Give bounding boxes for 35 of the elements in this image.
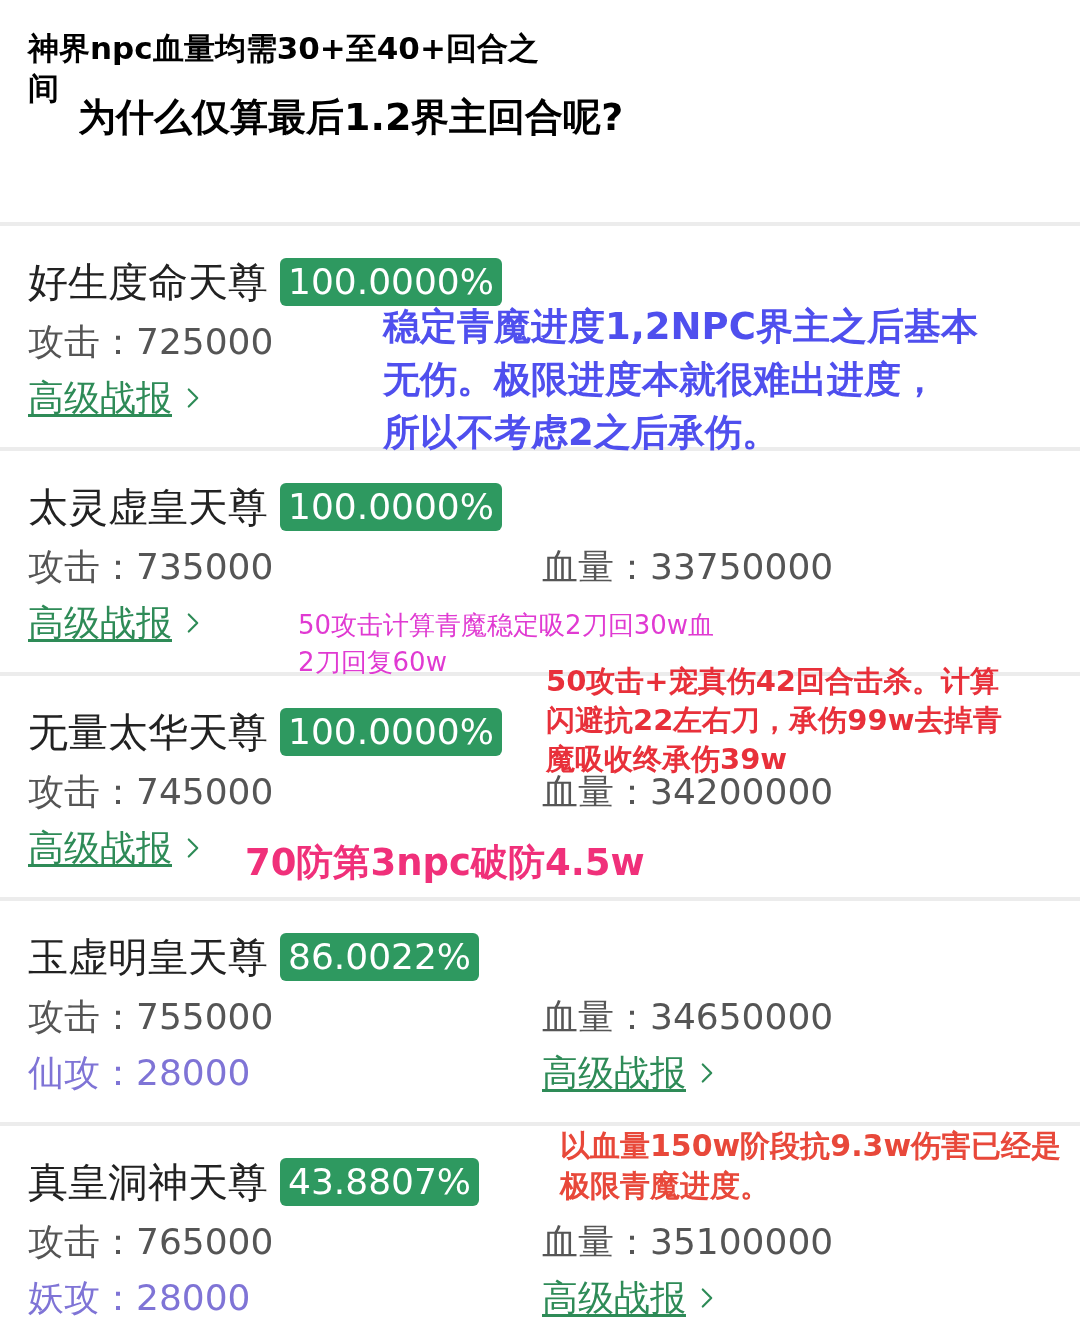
progress-badge: 100.0000% xyxy=(280,708,502,756)
battle-report-link[interactable]: 高级战报 xyxy=(542,1276,686,1320)
annotation-text: 2刀回复60w xyxy=(298,646,447,679)
annotation-text: 无伤。极限进度本就很难出进度， xyxy=(383,357,938,403)
stat-text: 血量：35100000 xyxy=(542,1220,834,1264)
boss-name: 真皇洞神天尊 xyxy=(28,1158,268,1207)
progress-badge: 100.0000% xyxy=(280,483,502,531)
annotation-text: 稳定青魔进度1,2NPC界主之后基本 xyxy=(383,304,978,350)
annotation-text: 50攻击计算青魔稳定吸2刀回30w血 xyxy=(298,609,714,642)
boss-name: 好生度命天尊 xyxy=(28,258,268,307)
battle-report-link[interactable]: 高级战报 xyxy=(542,1051,686,1095)
annotation-text: 闪避抗22左右刀，承伤99w去掉青 xyxy=(546,702,1002,739)
boss-name: 太灵虚皇天尊 xyxy=(28,483,268,532)
stat-text: 攻击：745000 xyxy=(28,770,274,814)
battle-report-link[interactable]: 高级战报 xyxy=(28,601,172,645)
stat-text: 攻击：755000 xyxy=(28,995,274,1039)
battle-report-link[interactable]: 高级战报 xyxy=(28,376,172,420)
boss-name: 玉虚明皇天尊 xyxy=(28,933,268,982)
progress-badge: 86.0022% xyxy=(280,933,480,981)
annotation-text: 极限青魔进度。 xyxy=(560,1167,770,1205)
annotation-text: 70防第3npc破防4.5w xyxy=(245,840,645,886)
stat-text: 妖攻：28000 xyxy=(28,1276,251,1320)
progress-badge: 100.0000% xyxy=(280,258,502,306)
stat-text: 仙攻：28000 xyxy=(28,1051,251,1095)
stat-text: 血量：34650000 xyxy=(542,995,834,1039)
annotation-text: 所以不考虑2之后承伤。 xyxy=(383,410,779,456)
annotation-text: 以血量150w阶段抗9.3w伤害已经是 xyxy=(560,1127,1062,1165)
battle-report-link[interactable]: 高级战报 xyxy=(28,826,172,870)
stat-text: 血量：33750000 xyxy=(542,545,834,589)
boss-name: 无量太华天尊 xyxy=(28,708,268,757)
stat-text: 攻击：735000 xyxy=(28,545,274,589)
stat-text: 攻击：765000 xyxy=(28,1220,274,1264)
progress-badge: 43.8807% xyxy=(280,1158,480,1206)
stat-text: 攻击：725000 xyxy=(28,320,274,364)
annotation-text: 50攻击+宠真伤42回合击杀。计算 xyxy=(546,663,999,700)
